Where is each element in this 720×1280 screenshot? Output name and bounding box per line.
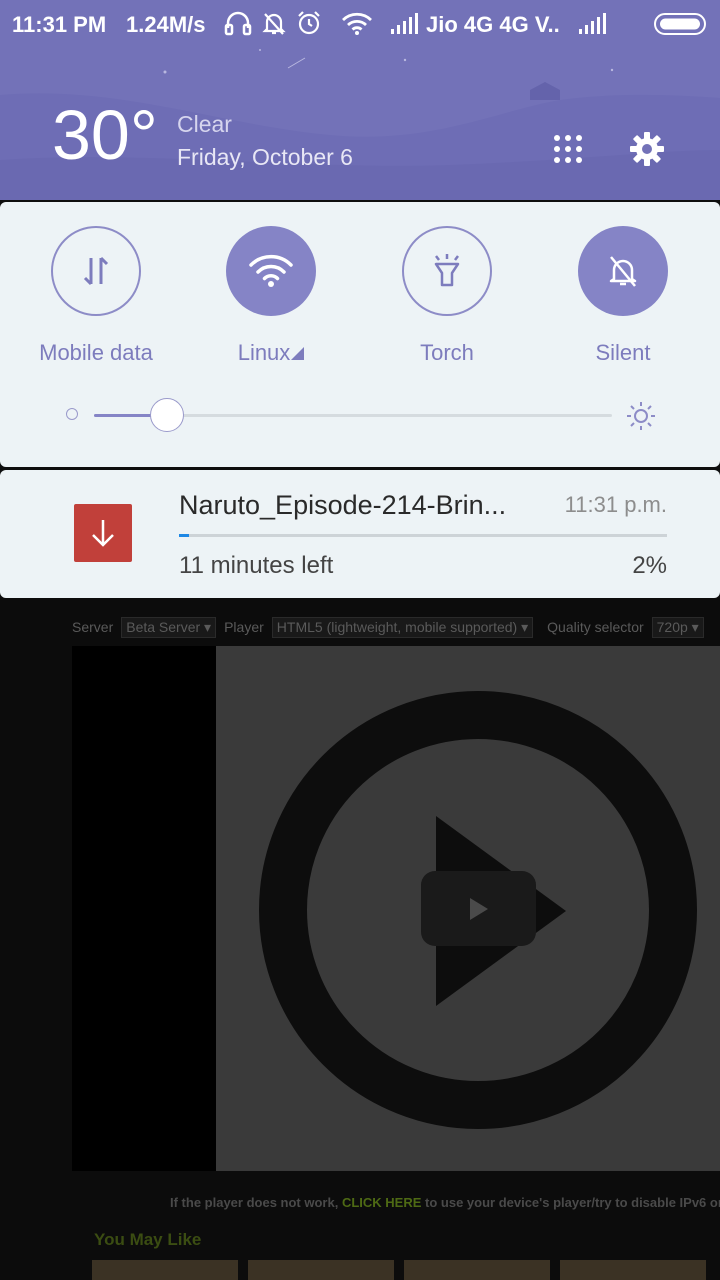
tile-label: Silent <box>535 340 711 366</box>
bell-off-icon <box>262 13 286 35</box>
network-speed: 1.24M/s <box>126 12 206 37</box>
tile-label: Linux <box>183 340 359 366</box>
tile-silent-toggle[interactable] <box>578 226 668 316</box>
download-app-icon <box>74 504 132 562</box>
mobile-data-icon <box>83 256 109 286</box>
tile-silent[interactable]: Silent <box>535 226 711 366</box>
quality-select[interactable]: 720p ▾ <box>651 616 704 638</box>
you-may-like-heading: You May Like <box>94 1230 202 1249</box>
settings-button[interactable] <box>626 128 668 170</box>
brightness-slider[interactable] <box>60 394 680 434</box>
tile-mobile-data[interactable]: Mobile data <box>8 226 184 366</box>
quality-label: Quality selector <box>547 619 644 635</box>
brightness-high-icon <box>627 402 655 430</box>
video-player-area[interactable] <box>216 646 720 1171</box>
download-icon <box>92 520 114 547</box>
thumbnail[interactable] <box>248 1260 394 1280</box>
player-help-text: If the player does not work, CLICK HERE … <box>170 1195 720 1210</box>
download-progress-bar <box>179 534 667 537</box>
download-percent: 2% <box>632 552 667 579</box>
tile-mobile-data-toggle[interactable] <box>51 226 141 316</box>
download-progress-fill <box>179 534 189 537</box>
signal-icon <box>391 13 418 34</box>
brightness-low-icon <box>66 408 78 420</box>
tile-label: Mobile data <box>8 340 184 366</box>
carrier-name: Jio 4G 4G V.. <box>426 12 560 37</box>
status-icons <box>224 10 420 36</box>
alarm-icon <box>298 11 320 35</box>
tile-silent-label: Silent <box>595 340 651 365</box>
expand-triangle-icon <box>291 347 305 360</box>
thumbnail[interactable] <box>92 1260 238 1280</box>
wifi-icon <box>249 254 293 287</box>
player-controls: Server Beta Server ▾ Player HTML5 (light… <box>72 616 720 638</box>
click-here-link[interactable]: CLICK HERE <box>342 1195 421 1210</box>
quality-select-value: 720p <box>656 618 688 635</box>
help-text-before: If the player does not work, <box>170 1195 339 1210</box>
player-label: Player <box>224 619 264 635</box>
battery-icon <box>654 13 706 35</box>
tile-wifi-toggle[interactable] <box>226 226 316 316</box>
weather-temperature[interactable]: 30° <box>52 100 158 170</box>
flashlight-icon <box>434 254 460 287</box>
brightness-track[interactable] <box>94 398 612 432</box>
server-label: Server <box>72 619 114 635</box>
download-notification[interactable]: Naruto_Episode-214-Brin... 11:31 p.m. 11… <box>0 470 720 598</box>
server-select[interactable]: Beta Server ▾ <box>121 616 217 638</box>
thumbnail[interactable] <box>404 1260 550 1280</box>
help-text-after: to use your device's player/try to disab… <box>425 1195 720 1210</box>
headphones-icon <box>224 11 252 36</box>
wifi-icon <box>342 12 372 35</box>
big-play-icon <box>259 691 697 1129</box>
tile-wifi[interactable]: Linux <box>183 226 359 366</box>
weather-condition: Clear <box>177 111 232 137</box>
thumbnail[interactable] <box>560 1260 706 1280</box>
time-remaining: 11 minutes left <box>179 552 334 579</box>
tile-mobile-data-label: Mobile data <box>39 340 153 365</box>
player-select[interactable]: HTML5 (lightweight, mobile supported) ▾ <box>271 616 534 638</box>
weather-info[interactable]: Clear Friday, October 6 <box>177 108 353 174</box>
server-select-value: Beta Server <box>126 618 201 635</box>
signal-icon <box>579 13 606 34</box>
bell-off-icon <box>609 256 637 287</box>
video-player-sidebar <box>72 646 216 1171</box>
notification-time: 11:31 p.m. <box>564 492 667 517</box>
grid-icon <box>554 135 582 163</box>
status-bar: 11:31 PM 1.24M/s Jio 4G 4G V.. <box>0 0 720 50</box>
shade-header: 11:31 PM 1.24M/s Jio 4G 4G V.. 30° Clear… <box>0 0 720 200</box>
weather-date: Friday, October 6 <box>177 144 353 170</box>
notification-title: Naruto_Episode-214-Brin... <box>179 490 507 520</box>
player-select-value: HTML5 (lightweight, mobile supported) <box>276 618 518 635</box>
tile-torch-label: Torch <box>420 340 474 365</box>
brightness-handle[interactable] <box>150 398 184 432</box>
tile-torch[interactable]: Torch <box>359 226 535 366</box>
background-web-page: Server Beta Server ▾ Player HTML5 (light… <box>0 598 720 1280</box>
tile-label: Torch <box>359 340 535 366</box>
video-player[interactable] <box>72 646 720 1171</box>
tile-wifi-label: Linux <box>237 340 291 365</box>
tile-torch-toggle[interactable] <box>402 226 492 316</box>
status-time: 11:31 PM <box>12 12 107 37</box>
quick-settings-panel: Mobile data Linux Torch Silent <box>0 202 720 467</box>
gear-icon <box>630 132 664 166</box>
recommendation-thumbnails <box>92 1260 720 1280</box>
grid-button[interactable] <box>547 128 589 170</box>
